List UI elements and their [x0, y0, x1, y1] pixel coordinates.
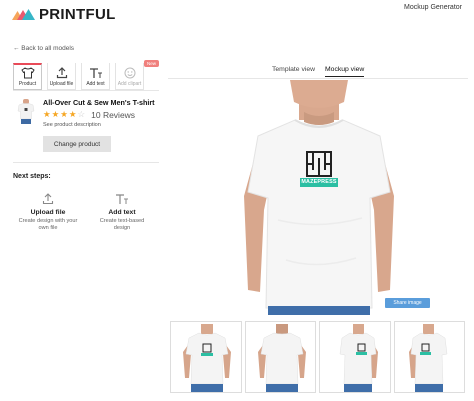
tab-upload-file[interactable]: Upload file [47, 63, 76, 90]
mockup-image: MAZEPRESS [168, 80, 468, 315]
product-name: All-Over Cut & Sew Men's T-shirt [43, 98, 155, 107]
tabs-underline [13, 90, 159, 91]
step-title: Upload file [30, 209, 66, 216]
step-description: Create design with your own file [18, 218, 78, 231]
share-image-button[interactable]: Share image [385, 298, 430, 308]
design-label: MAZEPRESS [301, 178, 337, 185]
tshirt-icon [20, 66, 35, 80]
star-icon: ★ [43, 109, 51, 119]
step-add-text[interactable]: Add text Create text-based design [92, 192, 152, 232]
view-tabs: Template view Mockup view [168, 63, 468, 79]
star-icon: ★ [60, 109, 68, 119]
logo-mark-icon [12, 9, 35, 20]
back-to-models-link[interactable]: ← Back to all models [13, 45, 74, 52]
tab-add-clipart[interactable]: Add clipart [115, 63, 144, 90]
product-thumbnail[interactable] [17, 99, 35, 125]
mockup-thumbnails [170, 321, 468, 393]
clipart-icon [124, 66, 136, 80]
top-bar: PRINTFUL Mockup Generator [0, 0, 474, 30]
tab-template-view[interactable]: Template view [272, 66, 315, 76]
new-badge: New [144, 60, 160, 67]
tab-label: Add text [86, 81, 105, 87]
tab-label: Add clipart [117, 81, 142, 87]
upload-icon [56, 66, 68, 80]
printful-logo[interactable]: PRINTFUL [12, 6, 116, 23]
tab-label: Product [18, 81, 37, 87]
section-divider [13, 162, 159, 163]
text-icon [89, 66, 103, 80]
thumbnail-left[interactable] [393, 321, 465, 393]
tab-product[interactable]: Product [13, 63, 42, 90]
text-icon [92, 192, 152, 205]
rating-stars: ★ ★ ★ ★ ☆ 10 Reviews [43, 109, 136, 120]
tab-add-text[interactable]: Add text [81, 63, 110, 90]
thumbnail-front[interactable] [170, 321, 242, 393]
thumbnail-right[interactable] [319, 321, 391, 393]
step-title: Add text [108, 209, 136, 216]
next-steps-title: Next steps: [13, 173, 51, 180]
step-description: Create text-based design [99, 218, 145, 231]
brand-name: PRINTFUL [39, 6, 116, 23]
star-empty-icon: ☆ [77, 109, 86, 119]
upload-icon [18, 192, 78, 205]
star-icon: ★ [68, 109, 77, 119]
change-product-button[interactable]: Change product [43, 136, 111, 152]
app-title: Mockup Generator [404, 4, 462, 11]
tab-mockup-view[interactable]: Mockup view [325, 66, 365, 77]
step-upload-file[interactable]: Upload file Create design with your own … [18, 192, 78, 232]
thumbnail-back[interactable] [244, 321, 316, 393]
star-icon: ★ [51, 109, 60, 119]
tool-tabs: Product Upload file Add text Add clipart… [13, 60, 160, 90]
tab-label: Upload file [49, 81, 74, 87]
product-description-link[interactable]: See product description [43, 122, 101, 128]
reviews-count[interactable]: 10 Reviews [91, 110, 135, 120]
